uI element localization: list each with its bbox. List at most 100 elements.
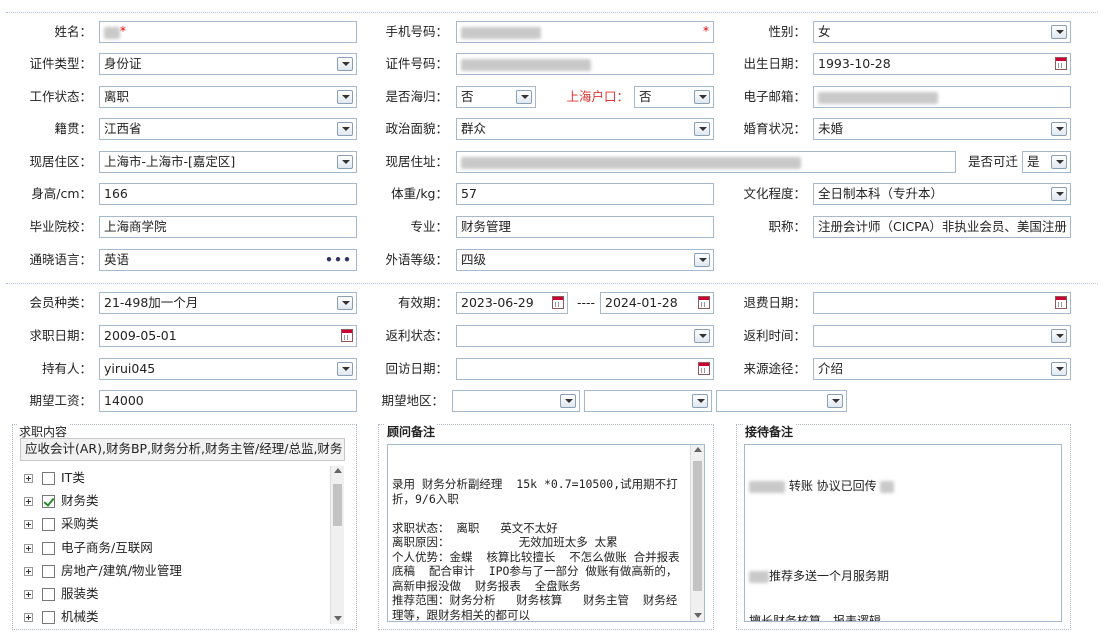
- chevron-down-icon[interactable]: [1051, 155, 1067, 169]
- chevron-down-icon[interactable]: [337, 57, 353, 71]
- height-field[interactable]: 166: [99, 183, 357, 205]
- expand-icon[interactable]: [24, 497, 33, 507]
- checkbox-icon[interactable]: [42, 472, 55, 485]
- title-field[interactable]: 注册会计师（CICPA）非执业会员、美国注册: [813, 216, 1071, 238]
- scroll-thumb[interactable]: [333, 484, 342, 526]
- gender-select[interactable]: 女: [813, 21, 1071, 43]
- job-date-field[interactable]: 2009-05-01: [99, 325, 357, 347]
- checkbox-icon[interactable]: [42, 518, 55, 532]
- refund-date-field[interactable]: [813, 292, 1071, 314]
- marital-select[interactable]: 未婚: [813, 118, 1071, 140]
- reception-notes-textarea[interactable]: 转账 协议已回传 推荐多送一个月服务期 擅长财务核算，报表逻辑: [744, 444, 1062, 622]
- area-district-select[interactable]: [716, 390, 847, 412]
- tree-item-apparel[interactable]: 服装类: [16, 582, 344, 605]
- chevron-down-icon[interactable]: [1051, 362, 1067, 376]
- advisor-notes-textarea[interactable]: 录用 财务分析副经理 15k *0.7=10500,试用期不打折，9/6入职 求…: [387, 444, 705, 622]
- chevron-down-icon[interactable]: [337, 296, 353, 310]
- advisor-notes-text: 录用 财务分析副经理 15k *0.7=10500,试用期不打折，9/6入职 求…: [392, 477, 680, 622]
- id-number-field[interactable]: [456, 53, 714, 75]
- area-city-select[interactable]: [584, 390, 712, 412]
- relocatable-select[interactable]: 是: [1022, 151, 1071, 173]
- calendar-icon[interactable]: [552, 296, 564, 309]
- expand-icon[interactable]: [24, 613, 33, 623]
- chevron-down-icon[interactable]: [337, 90, 353, 104]
- scroll-up-icon[interactable]: [334, 468, 342, 473]
- major-field[interactable]: 财务管理: [456, 216, 714, 238]
- chevron-down-icon[interactable]: [694, 90, 710, 104]
- tree-item-purchasing[interactable]: 采购类: [16, 512, 344, 535]
- expand-icon[interactable]: [24, 566, 33, 576]
- calendar-icon[interactable]: [1055, 296, 1067, 309]
- shanghai-hukou-select[interactable]: 否: [634, 86, 714, 108]
- member-type-select[interactable]: 21-498加一个月: [99, 292, 357, 314]
- chevron-down-icon[interactable]: [1051, 25, 1067, 39]
- validity-to-field[interactable]: 2024-01-28: [600, 292, 714, 314]
- tree-item-ecommerce[interactable]: 电子商务/互联网: [16, 536, 344, 559]
- lang-level-select[interactable]: 四级: [456, 249, 714, 271]
- expand-icon[interactable]: [24, 520, 33, 530]
- expand-icon[interactable]: [24, 474, 33, 483]
- id-type-select[interactable]: 身份证: [99, 53, 357, 75]
- political-select[interactable]: 群众: [456, 118, 714, 140]
- chevron-down-icon[interactable]: [1051, 329, 1067, 343]
- calendar-icon[interactable]: [1055, 57, 1067, 70]
- more-icon[interactable]: •••: [325, 250, 352, 270]
- checkbox-icon[interactable]: [42, 611, 55, 624]
- chevron-down-icon[interactable]: [694, 329, 710, 343]
- shanghai-hukou-label: 上海户口：: [566, 89, 629, 104]
- chevron-down-icon[interactable]: [337, 122, 353, 136]
- tree-item-machinery[interactable]: 机械类: [16, 605, 344, 624]
- chevron-down-icon[interactable]: [516, 90, 532, 104]
- scroll-thumb[interactable]: [693, 461, 702, 591]
- language-field[interactable]: 英语 •••: [99, 249, 357, 271]
- checkbox-checked-icon[interactable]: [42, 495, 55, 509]
- native-place-select[interactable]: 江西省: [99, 118, 357, 140]
- expand-icon[interactable]: [24, 589, 33, 599]
- holder-select[interactable]: yirui045: [99, 358, 357, 380]
- job-content-summary[interactable]: 应收会计(AR),财务BP,财务分析,财务主管/经理/总监,财务: [20, 438, 345, 461]
- weight-field[interactable]: 57: [456, 183, 714, 205]
- tree-item-finance[interactable]: 财务类: [16, 489, 344, 512]
- birth-date-field[interactable]: 1993-10-28: [813, 53, 1071, 75]
- phone-field[interactable]: *: [456, 21, 714, 43]
- checkbox-icon[interactable]: [42, 564, 55, 578]
- work-status-select[interactable]: 离职: [99, 86, 357, 108]
- education-select[interactable]: 全日制本科（专升本）: [813, 183, 1071, 205]
- visit-date-field[interactable]: [456, 358, 714, 380]
- chevron-down-icon[interactable]: [694, 122, 710, 136]
- school-field[interactable]: 上海商学院: [99, 216, 357, 238]
- name-field[interactable]: *: [99, 21, 357, 43]
- chevron-down-icon[interactable]: [692, 394, 708, 408]
- residence-area-select[interactable]: 上海市-上海市-[嘉定区]: [99, 151, 357, 173]
- calendar-icon[interactable]: [698, 296, 710, 309]
- chevron-down-icon[interactable]: [337, 362, 353, 376]
- tree-item-it[interactable]: IT类: [16, 466, 344, 489]
- returnee-select[interactable]: 否: [456, 86, 536, 108]
- residence-addr-field[interactable]: [456, 151, 956, 173]
- salary-field[interactable]: 14000: [99, 390, 357, 412]
- checkbox-icon[interactable]: [42, 541, 55, 555]
- notes-scrollbar[interactable]: [690, 445, 704, 621]
- checkbox-icon[interactable]: [42, 587, 55, 601]
- area-province-select[interactable]: [452, 390, 580, 412]
- email-field[interactable]: [813, 86, 1071, 108]
- chevron-down-icon[interactable]: [694, 253, 710, 267]
- tree-item-realestate[interactable]: 房地产/建筑/物业管理: [16, 559, 344, 582]
- rebate-status-select[interactable]: [456, 325, 714, 347]
- validity-from-field[interactable]: 2023-06-29: [456, 292, 568, 314]
- source-select[interactable]: 介绍: [813, 358, 1071, 380]
- calendar-icon[interactable]: [341, 329, 353, 342]
- rebate-time-select[interactable]: [813, 325, 1071, 347]
- weight-value: 57: [461, 186, 477, 201]
- chevron-down-icon[interactable]: [1051, 122, 1067, 136]
- scroll-up-icon[interactable]: [694, 447, 702, 452]
- chevron-down-icon[interactable]: [560, 394, 576, 408]
- scroll-down-icon[interactable]: [694, 613, 702, 618]
- chevron-down-icon[interactable]: [337, 155, 353, 169]
- chevron-down-icon[interactable]: [827, 394, 843, 408]
- calendar-icon[interactable]: [698, 362, 710, 375]
- scroll-down-icon[interactable]: [334, 616, 342, 621]
- chevron-down-icon[interactable]: [1051, 187, 1067, 201]
- expand-icon[interactable]: [24, 543, 33, 553]
- tree-scrollbar[interactable]: [330, 466, 344, 624]
